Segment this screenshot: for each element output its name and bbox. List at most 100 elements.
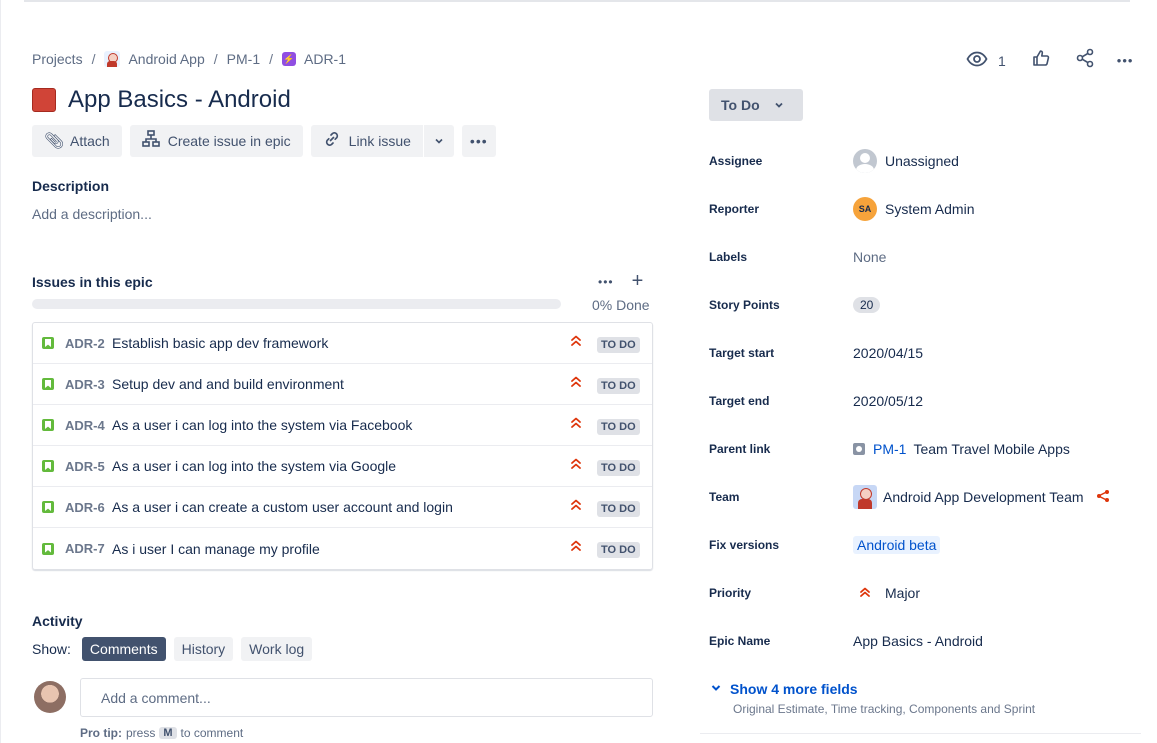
epic-issue-row[interactable]: ADR-6 As a user i can create a custom use… [33, 487, 652, 528]
issue-summary[interactable]: As a user i can log into the system via … [112, 458, 396, 474]
issue-summary[interactable]: As a user i can create a custom user acc… [112, 499, 453, 515]
priority-major-icon [570, 374, 582, 388]
status-lozenge: TO DO [597, 337, 640, 353]
target-start-field[interactable]: 2020/04/15 [853, 345, 923, 361]
breadcrumb-projects[interactable]: Projects [32, 51, 83, 67]
parent-issue-icon [853, 443, 865, 455]
issue-key[interactable]: ADR-3 [65, 377, 112, 392]
status-dropdown[interactable]: To Do [709, 89, 803, 121]
parent-link-field[interactable]: PM-1 Team Travel Mobile Apps [853, 441, 1070, 457]
attach-button[interactable]: 📎︎ Attach [32, 125, 122, 157]
fix-version-tag[interactable]: Android beta [853, 536, 941, 554]
issue-key[interactable]: ADR-7 [65, 541, 112, 556]
link-issue-button[interactable]: Link issue [310, 125, 423, 157]
story-icon [42, 460, 54, 472]
story-points-field[interactable]: 20 [853, 297, 881, 313]
ellipsis-icon: ••• [1116, 53, 1134, 68]
issue-key[interactable]: ADR-2 [65, 336, 112, 351]
labels-field[interactable]: None [853, 249, 886, 265]
more-options-button[interactable]: ••• [1117, 53, 1134, 68]
show-label: Show: [32, 641, 71, 657]
description-placeholder[interactable]: Add a description... [32, 206, 152, 222]
epic-name-field[interactable]: App Basics - Android [853, 633, 983, 649]
left-divider [0, 0, 1, 743]
right-panel-divider [700, 733, 1141, 734]
priority-field[interactable]: Major [853, 585, 920, 601]
assignee-field[interactable]: Unassigned [853, 149, 959, 173]
chevron-down-icon [710, 681, 722, 697]
protip: Pro tip: press M to comment [80, 726, 243, 740]
status-lozenge: TO DO [597, 378, 640, 394]
issue-summary[interactable]: As i user I can manage my profile [112, 541, 320, 557]
show-more-label: Show 4 more fields [730, 681, 858, 697]
reporter-avatar: SA [853, 197, 877, 221]
tab-work-log[interactable]: Work log [241, 637, 313, 661]
tab-comments[interactable]: Comments [81, 637, 166, 661]
action-bar: 📎︎ Attach Create issue in epic Link issu… [32, 125, 496, 157]
assignee-label: Assignee [709, 154, 763, 168]
watchers-count: 1 [998, 52, 1006, 69]
priority-major-icon [570, 538, 582, 552]
labels-label: Labels [709, 250, 748, 264]
epic-issue-row[interactable]: ADR-3 Setup dev and and build environment… [33, 364, 652, 405]
fix-versions-field[interactable]: Android beta [853, 536, 941, 554]
priority-label: Priority [709, 586, 752, 600]
reporter-field[interactable]: SA System Admin [853, 197, 974, 221]
priority-major-icon [570, 415, 582, 429]
breadcrumb-separator: / [269, 51, 273, 67]
issue-summary[interactable]: Setup dev and and build environment [112, 376, 344, 392]
epic-icon: ⚡ [282, 52, 296, 66]
story-points-badge: 20 [853, 297, 881, 313]
breadcrumb-adr-1[interactable]: ⚡ ADR-1 [282, 51, 346, 67]
story-icon [42, 378, 54, 390]
watch-button[interactable]: 1 [966, 51, 1006, 70]
more-icon[interactable]: ••• [598, 272, 614, 292]
app-avatar-icon [104, 51, 121, 67]
epic-issue-list: ADR-2 Establish basic app dev framework TO… [32, 322, 653, 570]
title-row: App Basics - Android [32, 86, 291, 114]
unassigned-avatar-icon [853, 149, 877, 173]
page-title[interactable]: App Basics - Android [68, 86, 291, 114]
epic-issue-row[interactable]: ADR-4 As a user i can log into the system… [33, 405, 652, 446]
current-user-avatar [34, 681, 66, 713]
epic-issue-row[interactable]: ADR-2 Establish basic app dev framework TO… [33, 323, 652, 364]
tab-history[interactable]: History [173, 637, 234, 661]
team-field[interactable]: Android App Development Team [853, 485, 1110, 509]
epic-issue-row[interactable]: ADR-5 As a user i can log into the system… [33, 446, 652, 487]
epic-issue-row[interactable]: ADR-7 As i user I can manage my profile TO… [33, 528, 652, 569]
top-divider [24, 0, 1130, 2]
issue-key[interactable]: ADR-5 [65, 459, 112, 474]
protip-rest: to comment [180, 726, 244, 740]
breadcrumb-separator: / [91, 51, 96, 67]
like-button[interactable] [1032, 49, 1050, 72]
hierarchy-icon [141, 129, 160, 153]
parent-link-key[interactable]: PM-1 [873, 441, 906, 457]
issue-summary[interactable]: Establish basic app dev framework [112, 335, 328, 351]
breadcrumb-android-app[interactable]: Android App [104, 51, 205, 67]
link-icon [323, 130, 341, 153]
breadcrumb-pm-1[interactable]: PM-1 [227, 51, 260, 67]
create-issue-in-epic-button[interactable]: Create issue in epic [129, 125, 303, 157]
status-lozenge: TO DO [597, 501, 640, 517]
comment-input[interactable]: Add a comment... [80, 678, 653, 717]
share-icon[interactable] [1096, 489, 1110, 506]
share-icon [1076, 48, 1094, 68]
issue-summary[interactable]: As a user i can log into the system via … [112, 417, 412, 433]
status-lozenge: TO DO [597, 419, 640, 435]
issue-key[interactable]: ADR-6 [65, 500, 112, 515]
team-value: Android App Development Team [883, 489, 1084, 505]
status-lozenge: TO DO [597, 460, 640, 476]
epic-name-label: Epic Name [709, 634, 771, 648]
story-icon [42, 501, 54, 513]
add-icon[interactable]: + [632, 271, 644, 292]
more-actions-button[interactable]: ••• [461, 125, 496, 157]
story-icon [42, 419, 54, 431]
target-end-field[interactable]: 2020/05/12 [853, 393, 923, 409]
issue-key[interactable]: ADR-4 [65, 418, 112, 433]
link-issue-dropdown-button[interactable] [423, 125, 454, 157]
thumbs-up-icon [1032, 50, 1050, 66]
description-heading: Description [32, 178, 110, 194]
share-button[interactable] [1075, 48, 1095, 73]
priority-major-icon [570, 497, 582, 511]
show-more-fields-button[interactable]: Show 4 more fields [710, 681, 858, 697]
